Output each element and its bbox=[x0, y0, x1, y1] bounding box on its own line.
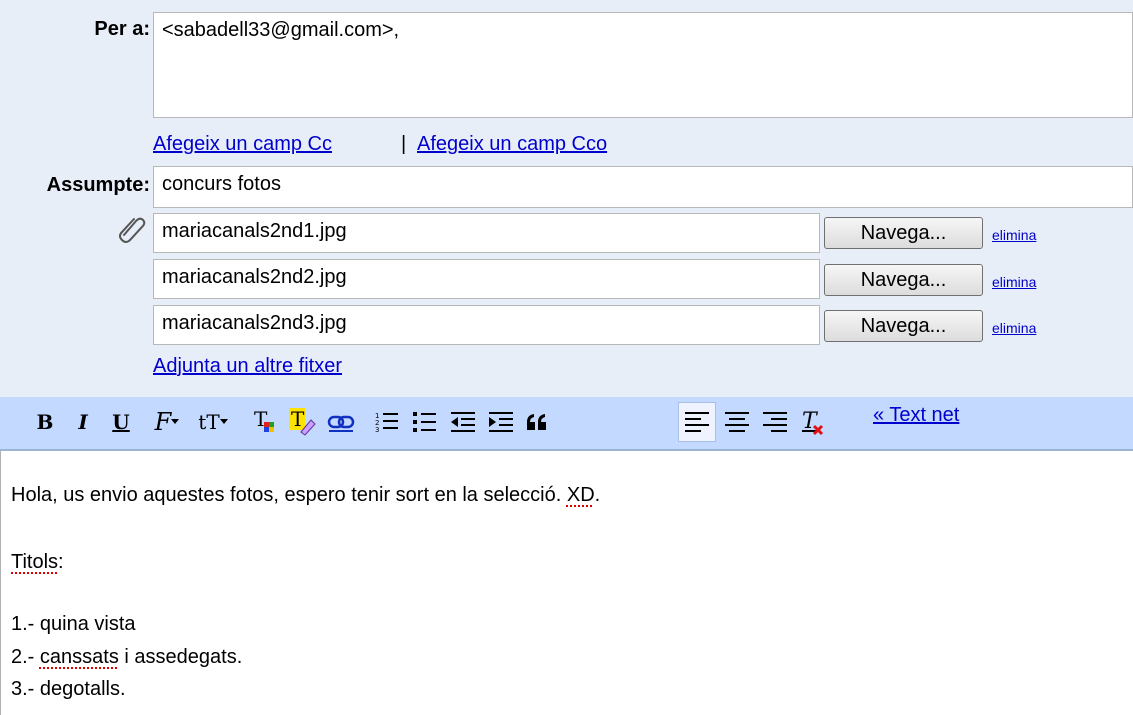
font-size-icon: tT bbox=[198, 410, 220, 434]
bulleted-list-icon bbox=[413, 412, 436, 432]
increase-indent-icon bbox=[489, 412, 513, 432]
formatting-toolbar: B I U F tT T T 1 2 3 T bbox=[0, 397, 1133, 451]
align-center-icon bbox=[725, 412, 749, 432]
body-line: 3.- degotalls. bbox=[11, 678, 126, 701]
body-line: Titols: bbox=[11, 551, 64, 574]
decrease-indent-icon bbox=[451, 412, 475, 432]
attachment-file-field[interactable]: mariacanals2nd1.jpg bbox=[153, 213, 820, 253]
plain-text-link[interactable]: « Text net bbox=[873, 404, 959, 427]
dropdown-arrow-icon bbox=[219, 419, 228, 424]
subject-field[interactable]: concurs fotos bbox=[153, 166, 1133, 208]
quote-icon bbox=[527, 414, 546, 430]
body-line: 2.- canssats i assedegats. bbox=[11, 646, 242, 669]
decrease-indent-button[interactable] bbox=[448, 405, 478, 439]
body-text: . bbox=[594, 484, 601, 506]
body-text: Hola, us envio aquestes fotos, espero te… bbox=[11, 484, 567, 506]
align-left-icon bbox=[685, 412, 709, 432]
highlight-icon: T bbox=[289, 408, 316, 436]
browse-button[interactable]: Navega... bbox=[824, 310, 983, 342]
increase-indent-button[interactable] bbox=[486, 405, 516, 439]
font-button[interactable]: F bbox=[148, 405, 186, 439]
to-label: Per a: bbox=[94, 18, 150, 40]
highlight-color-button[interactable]: T bbox=[287, 405, 319, 439]
numbered-list-icon: 1 2 3 bbox=[375, 412, 398, 434]
align-center-button[interactable] bbox=[722, 405, 752, 439]
blockquote-button[interactable] bbox=[522, 405, 552, 439]
font-icon: F bbox=[154, 408, 172, 436]
remove-attachment-link[interactable]: elimina bbox=[992, 320, 1036, 336]
bold-button[interactable]: B bbox=[34, 405, 56, 439]
attachment-file-field[interactable]: mariacanals2nd3.jpg bbox=[153, 305, 820, 345]
link-button[interactable] bbox=[325, 405, 357, 439]
attachment-file-field[interactable]: mariacanals2nd2.jpg bbox=[153, 259, 820, 299]
remove-formatting-button[interactable]: T bbox=[798, 405, 828, 439]
underline-button[interactable]: U bbox=[110, 405, 132, 439]
link-icon bbox=[327, 415, 355, 432]
text-color-button[interactable]: T bbox=[250, 405, 282, 439]
svg-text:T: T bbox=[291, 408, 305, 431]
body-text: 2.- bbox=[11, 646, 40, 668]
dropdown-arrow-icon bbox=[171, 419, 180, 424]
body-text: i assedegats. bbox=[118, 646, 243, 668]
browse-button[interactable]: Navega... bbox=[824, 217, 983, 249]
misspelled-word[interactable]: XD bbox=[567, 484, 595, 506]
text-color-icon: T bbox=[254, 408, 274, 432]
bulleted-list-button[interactable] bbox=[410, 405, 440, 439]
svg-text:3: 3 bbox=[375, 426, 379, 434]
misspelled-word[interactable]: Titols bbox=[11, 551, 58, 573]
body-line: 1.- quina vista bbox=[11, 613, 136, 636]
misspelled-word[interactable]: canssats bbox=[40, 646, 119, 668]
align-left-button[interactable] bbox=[678, 402, 716, 442]
remove-formatting-icon: T bbox=[802, 409, 824, 436]
compose-header: Per a: <sabadell33@gmail.com>, Afegeix u… bbox=[0, 0, 1133, 397]
remove-attachment-link[interactable]: elimina bbox=[992, 227, 1036, 243]
remove-attachment-link[interactable]: elimina bbox=[992, 274, 1036, 290]
body-text: 3.- degotalls. bbox=[11, 678, 126, 700]
numbered-list-button[interactable]: 1 2 3 bbox=[372, 405, 402, 439]
italic-button[interactable]: I bbox=[72, 405, 94, 439]
to-field[interactable]: <sabadell33@gmail.com>, bbox=[153, 12, 1133, 118]
add-cc-link[interactable]: Afegeix un camp Cc bbox=[153, 133, 332, 156]
browse-button[interactable]: Navega... bbox=[824, 264, 983, 296]
cc-separator: | bbox=[401, 133, 407, 155]
body-line: Hola, us envio aquestes fotos, espero te… bbox=[11, 484, 600, 507]
align-right-button[interactable] bbox=[760, 405, 790, 439]
align-right-icon bbox=[763, 412, 787, 432]
font-size-button[interactable]: tT bbox=[192, 405, 234, 439]
body-text: : bbox=[58, 551, 64, 573]
body-text: 1.- quina vista bbox=[11, 613, 136, 635]
message-body-editor[interactable]: Hola, us envio aquestes fotos, espero te… bbox=[0, 451, 1133, 715]
attach-another-file-link[interactable]: Adjunta un altre fitxer bbox=[153, 355, 342, 378]
subject-label: Assumpte: bbox=[46, 174, 150, 196]
paperclip-icon bbox=[119, 217, 146, 243]
add-bcc-link[interactable]: Afegeix un camp Cco bbox=[417, 133, 607, 156]
